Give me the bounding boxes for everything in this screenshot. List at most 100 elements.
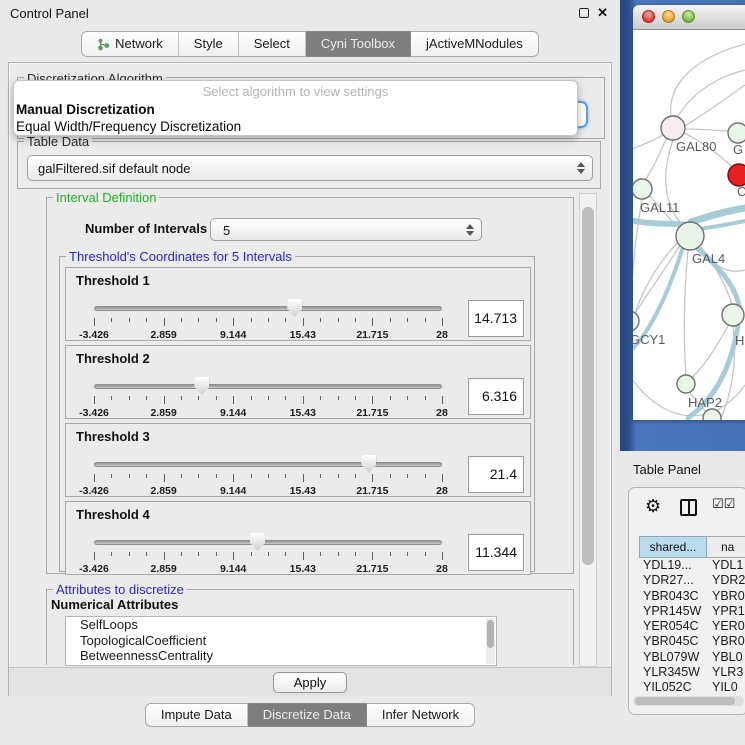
network-node[interactable]: [676, 222, 704, 250]
table-cell: YBR0: [707, 589, 745, 604]
table-hscrollbar[interactable]: [633, 696, 744, 706]
apply-button[interactable]: Apply: [273, 672, 347, 693]
tab-jactivemnodules[interactable]: jActiveMNodules: [411, 31, 539, 57]
table-row[interactable]: YDL19...YDL1: [639, 558, 745, 573]
table-row[interactable]: YBR043CYBR0: [639, 589, 745, 604]
tab-network[interactable]: Network: [81, 31, 179, 57]
threshold-slider-track[interactable]: [94, 462, 442, 467]
threshold-slider-track[interactable]: [94, 540, 442, 545]
list-scrollbar[interactable]: [486, 618, 495, 664]
slider-tick: [198, 318, 199, 322]
network-node[interactable]: [722, 304, 744, 326]
slider-tick: [320, 474, 321, 478]
tab-impute-data[interactable]: Impute Data: [145, 703, 248, 727]
split-columns-icon[interactable]: [680, 499, 697, 516]
tab-infer-network[interactable]: Infer Network: [367, 703, 475, 727]
table-data-group-title: Table Data: [24, 134, 92, 149]
slider-tick: [372, 552, 373, 560]
table-row[interactable]: YPR145WYPR1: [639, 604, 745, 619]
attribute-list-item[interactable]: BetweennessCentrality: [66, 648, 496, 664]
tab-label: Select: [254, 32, 290, 56]
slider-tick-label: 2.859: [150, 563, 176, 575]
table-row[interactable]: YBR045CYBR0: [639, 634, 745, 649]
threshold-slider-thumb[interactable]: [194, 377, 209, 395]
num-intervals-combo[interactable]: 5: [210, 218, 482, 241]
tab-select[interactable]: Select: [239, 31, 306, 57]
table-row[interactable]: YLR345WYLR3: [639, 665, 745, 680]
threshold-slider-thumb[interactable]: [250, 533, 265, 551]
select-columns-icon[interactable]: ☑☑: [712, 497, 735, 512]
slider-tick: [216, 552, 217, 556]
screen: Control Panel ✕ NetworkStyleSelectCyni T…: [0, 0, 745, 745]
threshold-slider-track[interactable]: [94, 306, 442, 311]
minimize-traffic-light[interactable]: [662, 10, 675, 23]
slider-tick: [320, 318, 321, 322]
network-canvas[interactable]: GAL80GCGAL11GAL4GCY1HHAP2: [633, 30, 745, 420]
attribute-list-item[interactable]: SelfLoops: [66, 617, 496, 633]
table-column-header[interactable]: na: [707, 536, 745, 558]
network-node-label: HAP2: [688, 395, 722, 410]
slider-tick-label: 21.715: [356, 329, 388, 341]
cyni-toolbox-panel: Discretization Algorithm Table Data galF…: [8, 62, 612, 696]
gear-icon[interactable]: ⚙: [645, 496, 661, 517]
network-node-label: GAL4: [692, 251, 725, 266]
threshold-value-field[interactable]: 14.713: [468, 300, 524, 337]
threshold-slider-thumb[interactable]: [361, 455, 376, 473]
network-node[interactable]: [728, 123, 745, 143]
slider-tick: [181, 474, 182, 478]
list-scrollbar-thumb[interactable]: [487, 620, 494, 648]
table-cell: YBL0: [707, 650, 745, 665]
num-intervals-label: Number of Intervals: [85, 221, 207, 236]
threshold-value-field[interactable]: 21.4: [468, 456, 524, 493]
table-row[interactable]: YBL079WYBL0: [639, 650, 745, 665]
table-row[interactable]: YDR27...YDR2: [639, 573, 745, 588]
algorithm-combo-prompt: Select algorithm to view settings: [14, 84, 577, 99]
table-row[interactable]: YER054CYER0: [639, 619, 745, 634]
table-hscrollbar-thumb[interactable]: [635, 697, 735, 705]
table-column-header[interactable]: shared...: [639, 536, 707, 558]
algorithm-dropdown-popup: Select algorithm to view settings Manual…: [13, 80, 578, 136]
threshold-slider-track[interactable]: [94, 384, 442, 389]
slider-tick: [390, 318, 391, 322]
table-row[interactable]: YIL052CYIL0: [639, 680, 745, 695]
dropdown-option[interactable]: Manual Discretization: [16, 102, 155, 117]
threshold-value-field[interactable]: 11.344: [468, 534, 524, 571]
network-node[interactable]: [677, 375, 695, 393]
threshold-panel-4: Threshold 4-3.4262.8599.14415.4321.71528…: [65, 501, 531, 575]
slider-tick: [233, 396, 234, 404]
tab-cyni-toolbox[interactable]: Cyni Toolbox: [306, 31, 411, 57]
close-icon[interactable]: ✕: [597, 5, 608, 21]
attribute-list-item[interactable]: TopologicalCoefficient: [66, 633, 496, 649]
tab-style[interactable]: Style: [179, 31, 239, 57]
float-window-icon[interactable]: [579, 8, 589, 18]
table-cell: YBR043C: [639, 589, 707, 604]
threshold-panel-1: Threshold 1-3.4262.8599.14415.4321.71528…: [65, 267, 531, 341]
slider-tick: [268, 396, 269, 400]
network-node[interactable]: [703, 409, 721, 420]
tab-label: Style: [194, 32, 223, 56]
network-node[interactable]: [633, 311, 639, 331]
slider-tick: [407, 396, 408, 400]
slider-tick: [251, 318, 252, 322]
main-scrollbar[interactable]: [579, 193, 597, 667]
slider-tick: [251, 474, 252, 478]
close-traffic-light[interactable]: [642, 10, 655, 23]
main-scrollbar-thumb[interactable]: [582, 207, 594, 565]
table-data-combo[interactable]: galFiltered.sif default node: [27, 155, 593, 181]
network-node[interactable]: [661, 116, 685, 140]
slider-tick: [94, 552, 95, 560]
tab-discretize-data[interactable]: Discretize Data: [248, 703, 367, 727]
network-node-label: H: [735, 333, 744, 348]
tab-label: jActiveMNodules: [426, 32, 523, 56]
network-node[interactable]: [728, 164, 745, 186]
network-node[interactable]: [633, 179, 652, 199]
slider-tick: [251, 396, 252, 400]
threshold-slider-thumb[interactable]: [287, 299, 302, 317]
network-window-titlebar[interactable]: [633, 5, 745, 30]
threshold-value-field[interactable]: 6.316: [468, 378, 524, 415]
dropdown-option[interactable]: Equal Width/Frequency Discretization: [16, 119, 241, 134]
slider-tick: [407, 318, 408, 322]
table-panel-title: Table Panel: [633, 462, 701, 477]
zoom-traffic-light[interactable]: [682, 10, 695, 23]
node-table: shared...na YDL19...YDL1YDR27...YDR2YBR0…: [639, 536, 745, 696]
